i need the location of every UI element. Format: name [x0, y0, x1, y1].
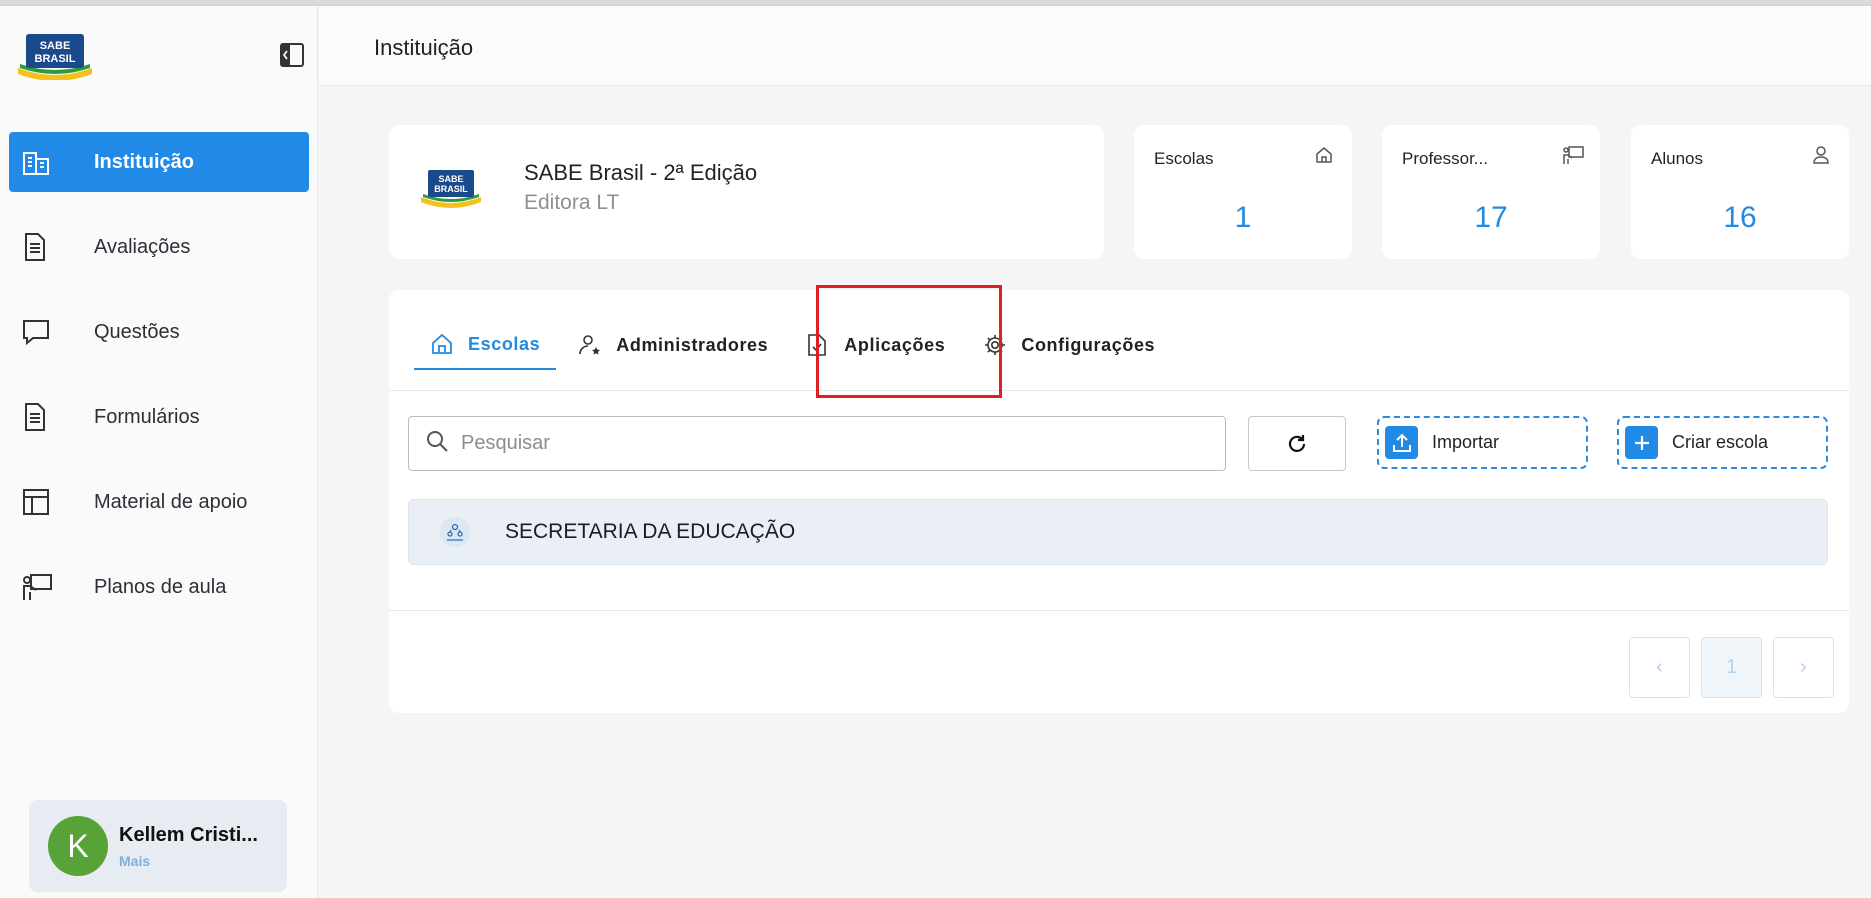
institution-card: SABE BRASIL SABE Brasil - 2ª Edição Edit… — [389, 125, 1104, 259]
home-icon — [1314, 145, 1336, 167]
institution-publisher: Editora LT — [524, 191, 620, 214]
plus-icon — [1625, 426, 1658, 459]
tab-label: Escolas — [468, 333, 541, 354]
sidebar-item-formularios[interactable]: Formulários — [9, 387, 309, 447]
chevron-right-icon: › — [1800, 656, 1807, 678]
page-header: Instituição — [319, 6, 1871, 86]
sidebar-item-material-de-apoio[interactable]: Material de apoio — [9, 472, 309, 532]
sidebar-item-planos-de-aula[interactable]: Planos de aula — [9, 557, 309, 617]
user-star-icon — [578, 333, 602, 357]
sidebar-nav: Instituição Avaliações Questões Formulár… — [9, 132, 309, 642]
layout-icon — [21, 486, 57, 518]
stat-value: 17 — [1474, 201, 1508, 234]
inst-logo-text-2: BRASIL — [434, 184, 468, 194]
pagination-page-button[interactable]: 1 — [1701, 637, 1762, 698]
school-name: SECRETARIA DA EDUCAÇÃO — [505, 520, 796, 543]
sidebar-collapse-icon — [280, 43, 304, 67]
stat-value: 1 — [1234, 201, 1252, 234]
institution-name: SABE Brasil - 2ª Edição — [524, 160, 758, 185]
search-box[interactable] — [408, 416, 1226, 471]
school-group-icon — [440, 517, 470, 547]
sidebar-item-label: Material de apoio — [94, 490, 248, 513]
tab-label: Administradores — [616, 334, 769, 355]
tab-label: Aplicações — [844, 334, 946, 355]
page-title: Instituição — [374, 35, 474, 60]
refresh-icon — [1288, 434, 1306, 452]
sabe-brasil-logo[interactable]: SABE BRASIL — [14, 30, 96, 81]
search-input[interactable] — [461, 432, 1221, 455]
collapse-sidebar-button[interactable] — [278, 42, 306, 70]
sidebar-item-instituicao[interactable]: Instituição — [9, 132, 309, 192]
stat-label: Alunos — [1651, 149, 1703, 168]
building-icon — [21, 146, 57, 178]
tab-aplicacoes[interactable]: Aplicações — [790, 320, 961, 370]
form-icon — [21, 401, 57, 433]
tab-administradores[interactable]: Administradores — [562, 320, 784, 370]
user-icon — [1811, 145, 1833, 167]
chevron-left-icon: ‹ — [1656, 656, 1663, 678]
tab-escolas[interactable]: Escolas — [414, 320, 557, 370]
sidebar-item-label: Avaliações — [94, 235, 191, 258]
sidebar-item-questoes[interactable]: Questões — [9, 302, 309, 362]
stat-label: Professor... — [1402, 149, 1488, 168]
teacher-board-icon — [21, 571, 57, 603]
institution-logo: SABE BRASIL — [419, 167, 483, 209]
create-school-label: Criar escola — [1672, 432, 1769, 452]
sidebar-item-label: Planos de aula — [94, 575, 227, 598]
pagination-prev-button[interactable]: ‹ — [1629, 637, 1690, 698]
stat-card-alunos: Alunos 16 — [1631, 125, 1849, 259]
home-icon — [430, 332, 454, 356]
avatar: K — [48, 816, 108, 876]
inst-logo-text-1: SABE — [438, 174, 463, 184]
refresh-button[interactable] — [1248, 416, 1346, 471]
stat-card-professores: Professor... 17 — [1382, 125, 1600, 259]
stat-card-escolas: Escolas 1 — [1134, 125, 1352, 259]
tab-configuracoes[interactable]: Configurações — [967, 320, 1171, 370]
sidebar: SABE BRASIL Instituição Avaliações Quest… — [0, 6, 318, 898]
user-name: Kellem Cristi... — [119, 823, 258, 846]
user-more-link[interactable]: Mais — [119, 853, 269, 869]
stat-label: Escolas — [1154, 149, 1214, 168]
pagination-next-button[interactable]: › — [1773, 637, 1834, 698]
stat-value: 16 — [1723, 201, 1757, 234]
logo-text-1: SABE — [40, 40, 71, 52]
tab-label: Configurações — [1021, 334, 1156, 355]
divider — [389, 390, 1849, 391]
user-profile-card[interactable]: K Kellem Cristi... Mais — [29, 800, 287, 892]
list-item[interactable]: SECRETARIA DA EDUCAÇÃO — [408, 499, 1828, 565]
document-icon — [21, 231, 57, 263]
sidebar-item-avaliacoes[interactable]: Avaliações — [9, 217, 309, 277]
divider — [389, 610, 1849, 611]
file-check-icon — [806, 333, 830, 357]
logo-text-2: BRASIL — [35, 53, 76, 65]
sidebar-item-label: Formulários — [94, 405, 200, 428]
comment-icon — [21, 316, 57, 348]
sidebar-item-label: Instituição — [94, 150, 195, 173]
sidebar-item-label: Questões — [94, 320, 180, 343]
teacher-board-icon — [1562, 145, 1584, 167]
import-label: Importar — [1432, 432, 1500, 452]
import-button[interactable]: Importar — [1377, 416, 1588, 469]
schools-panel: Escolas Administradores Aplicações Confi… — [389, 290, 1849, 713]
tab-bar: Escolas Administradores Aplicações Confi… — [414, 320, 1177, 380]
gear-icon — [983, 333, 1007, 357]
create-school-button[interactable]: Criar escola — [1617, 416, 1828, 469]
search-icon — [425, 429, 449, 458]
upload-icon — [1385, 426, 1418, 459]
